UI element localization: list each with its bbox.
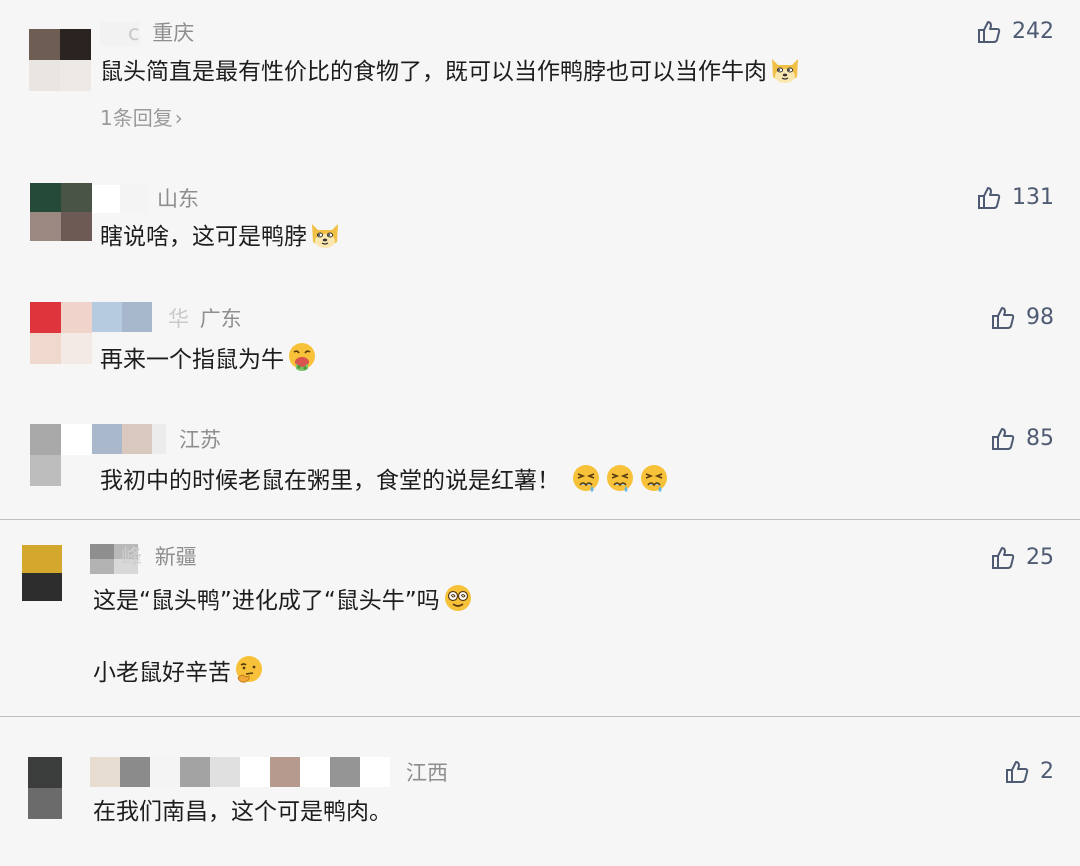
thumbs-up-icon — [992, 307, 1015, 329]
comment-panel-middle: 峰 新疆 这是“鼠头鸭”进化成了“鼠头牛”吗 小老鼠好辛苦 25 — [0, 519, 1080, 716]
username-mosaic[interactable] — [92, 302, 152, 332]
comment-item: 华 广东 再来一个指鼠为牛 98 — [0, 280, 1080, 400]
comment-text: 鼠头简直是最有性价比的食物了，既可以当作鸭脖也可以当作牛肉 — [100, 55, 801, 94]
vomit-icon — [286, 341, 318, 382]
avatar[interactable] — [29, 29, 91, 91]
thumbs-up-icon — [992, 428, 1015, 450]
username-mosaic[interactable] — [92, 185, 148, 213]
disgust-icon — [604, 462, 636, 503]
like-count: 242 — [1012, 19, 1054, 44]
region-glyph: 峰 — [121, 545, 142, 569]
location-label: 重庆 — [152, 21, 195, 45]
comment-panel-bottom: 江西 在我们南昌，这个可是鸭肉。 2 — [0, 716, 1080, 866]
comment-text-content: 再来一个指鼠为牛 — [100, 347, 284, 373]
comment-text-line2: 小老鼠好辛苦 — [93, 654, 265, 695]
location-label: 江西 — [406, 761, 448, 785]
username-mosaic[interactable] — [92, 424, 166, 454]
username-mosaic[interactable] — [90, 757, 390, 787]
region-glyph: 华 — [168, 307, 189, 331]
comment-text: 再来一个指鼠为牛 — [100, 341, 318, 382]
comment-text-content: 瞎说啥，这可是鸭脖 — [100, 224, 307, 250]
comment-item: c 重庆 鼠头简直是最有性价比的食物了，既可以当作鸭脖也可以当作牛肉 1条回复 ›… — [0, 0, 1080, 160]
comment-text-content: 小老鼠好辛苦 — [93, 660, 231, 686]
comment-meta: c 重庆 — [128, 19, 194, 47]
comment-meta: 山东 — [157, 185, 199, 213]
like-button[interactable]: 242 — [976, 17, 1054, 47]
like-button[interactable]: 25 — [990, 543, 1054, 573]
thumbs-up-icon — [992, 547, 1015, 569]
location-label: 新疆 — [154, 545, 197, 569]
like-button[interactable]: 98 — [990, 303, 1054, 333]
comment-text-content: 这是“鼠头鸭”进化成了“鼠头牛”吗 — [93, 588, 440, 614]
comment-meta: 江苏 — [179, 426, 221, 454]
comment-text: 在我们南昌，这个可是鸭肉。 — [93, 796, 392, 828]
comment-item: 山东 瞎说啥，这可是鸭脖 131 — [0, 160, 1080, 280]
dizzy-eyes-icon — [442, 582, 474, 623]
thinking-icon — [233, 654, 265, 695]
comment-item: 峰 新疆 这是“鼠头鸭”进化成了“鼠头牛”吗 小老鼠好辛苦 25 — [0, 520, 1080, 716]
thumbs-up-icon — [978, 21, 1001, 43]
like-button[interactable]: 85 — [990, 424, 1054, 454]
region-glyph: c — [128, 21, 140, 45]
doge-icon — [769, 55, 801, 94]
like-count: 2 — [1040, 759, 1054, 784]
avatar[interactable] — [30, 424, 92, 486]
like-count: 98 — [1026, 305, 1054, 330]
avatar[interactable] — [22, 545, 62, 601]
like-button[interactable]: 131 — [976, 183, 1054, 213]
view-replies-link[interactable]: 1条回复 › — [100, 104, 183, 132]
comment-meta: 华 广东 — [168, 305, 242, 333]
location-label: 山东 — [157, 187, 199, 211]
comment-meta: 峰 新疆 — [121, 543, 197, 571]
comment-text: 我初中的时候老鼠在粥里，食堂的说是红薯！ — [100, 462, 670, 503]
disgust-icon — [638, 462, 670, 503]
like-button[interactable]: 2 — [1004, 757, 1054, 787]
thumbs-up-icon — [1006, 761, 1029, 783]
like-count: 131 — [1012, 185, 1054, 210]
like-count: 25 — [1026, 545, 1054, 570]
comment-text-content: 我初中的时候老鼠在粥里，食堂的说是红薯！ — [100, 468, 560, 494]
location-label: 江苏 — [179, 428, 221, 452]
comment-item: 江苏 我初中的时候老鼠在粥里，食堂的说是红薯！ 85 — [0, 400, 1080, 518]
avatar[interactable] — [28, 757, 62, 819]
comment-item: 江西 在我们南昌，这个可是鸭肉。 2 — [0, 717, 1080, 866]
disgust-icon — [570, 462, 602, 503]
avatar[interactable] — [30, 302, 92, 364]
replies-count[interactable]: 1条回复 — [100, 106, 173, 130]
comment-text-content: 在我们南昌，这个可是鸭肉。 — [93, 799, 392, 825]
location-label: 广东 — [199, 307, 242, 331]
comment-panel-top: c 重庆 鼠头简直是最有性价比的食物了，既可以当作鸭脖也可以当作牛肉 1条回复 ›… — [0, 0, 1080, 518]
thumbs-up-icon — [978, 187, 1001, 209]
comment-text: 瞎说啥，这可是鸭脖 — [100, 220, 341, 259]
comment-meta: 江西 — [406, 759, 448, 787]
like-count: 85 — [1026, 426, 1054, 451]
chevron-right-icon: › — [174, 106, 183, 130]
doge-icon — [309, 220, 341, 259]
avatar[interactable] — [30, 183, 92, 241]
comment-text: 这是“鼠头鸭”进化成了“鼠头牛”吗 — [93, 582, 474, 623]
comment-text-content: 鼠头简直是最有性价比的食物了，既可以当作鸭脖也可以当作牛肉 — [100, 59, 767, 85]
